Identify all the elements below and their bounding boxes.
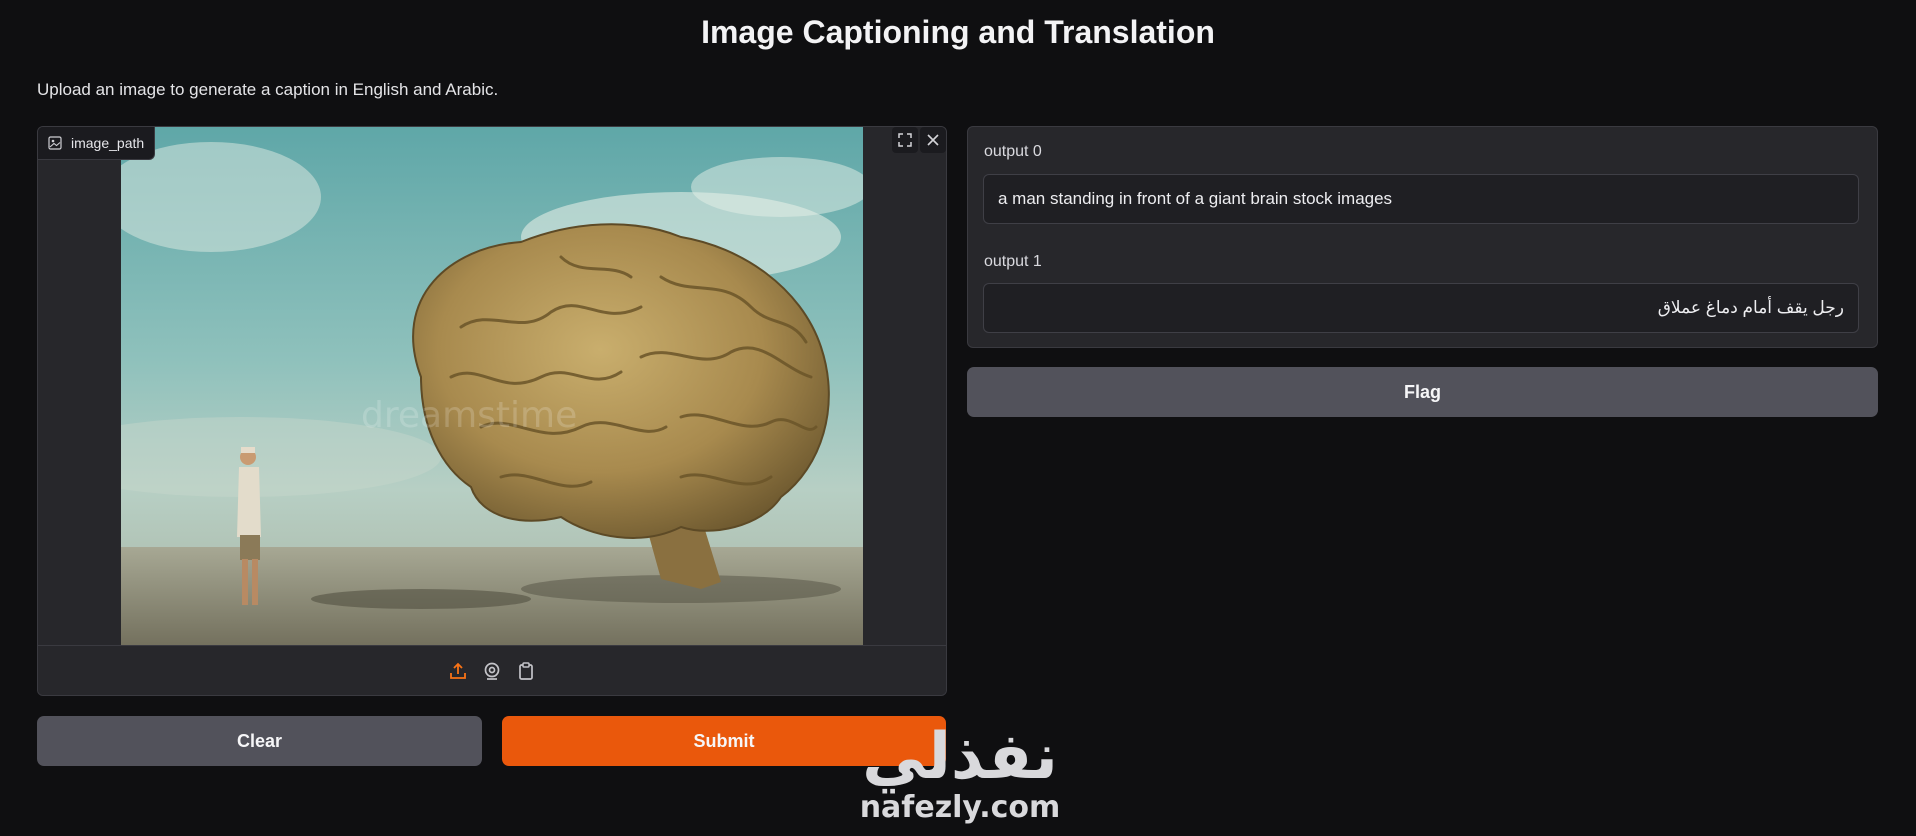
app-page: Image Captioning and Translation Upload … xyxy=(0,0,1916,836)
submit-button[interactable]: Submit xyxy=(502,716,946,766)
webcam-icon[interactable] xyxy=(481,660,503,682)
watermark-url: nafezly.com xyxy=(859,790,1061,825)
fullscreen-icon[interactable] xyxy=(892,127,918,153)
flag-button[interactable]: Flag xyxy=(967,367,1878,417)
output-panel: output 0 a man standing in front of a gi… xyxy=(967,126,1878,348)
page-description: Upload an image to generate a caption in… xyxy=(37,80,499,99)
image-input-panel[interactable]: dreamstime image_path xyxy=(37,126,947,696)
image-icon xyxy=(48,136,62,150)
output-1-textbox[interactable]: رجل يقف أمام دماغ عملاق xyxy=(983,283,1859,333)
svg-text:dreamstime: dreamstime xyxy=(361,395,577,436)
close-icon[interactable] xyxy=(920,127,946,153)
clipboard-icon[interactable] xyxy=(515,660,537,682)
uploaded-image: dreamstime xyxy=(121,127,863,645)
page-title: Image Captioning and Translation xyxy=(701,14,1215,50)
image-input-label: image_path xyxy=(38,127,156,160)
image-source-selector xyxy=(38,645,946,695)
upload-icon[interactable] xyxy=(447,660,469,682)
output-0-textbox[interactable]: a man standing in front of a giant brain… xyxy=(983,174,1859,224)
image-panel-tools xyxy=(892,127,946,157)
image-input-label-text: image_path xyxy=(71,135,145,151)
clear-button[interactable]: Clear xyxy=(37,716,482,766)
image-preview[interactable]: dreamstime xyxy=(38,127,946,645)
output-1-label: output 1 xyxy=(984,253,1042,270)
output-0-label: output 0 xyxy=(984,143,1042,160)
